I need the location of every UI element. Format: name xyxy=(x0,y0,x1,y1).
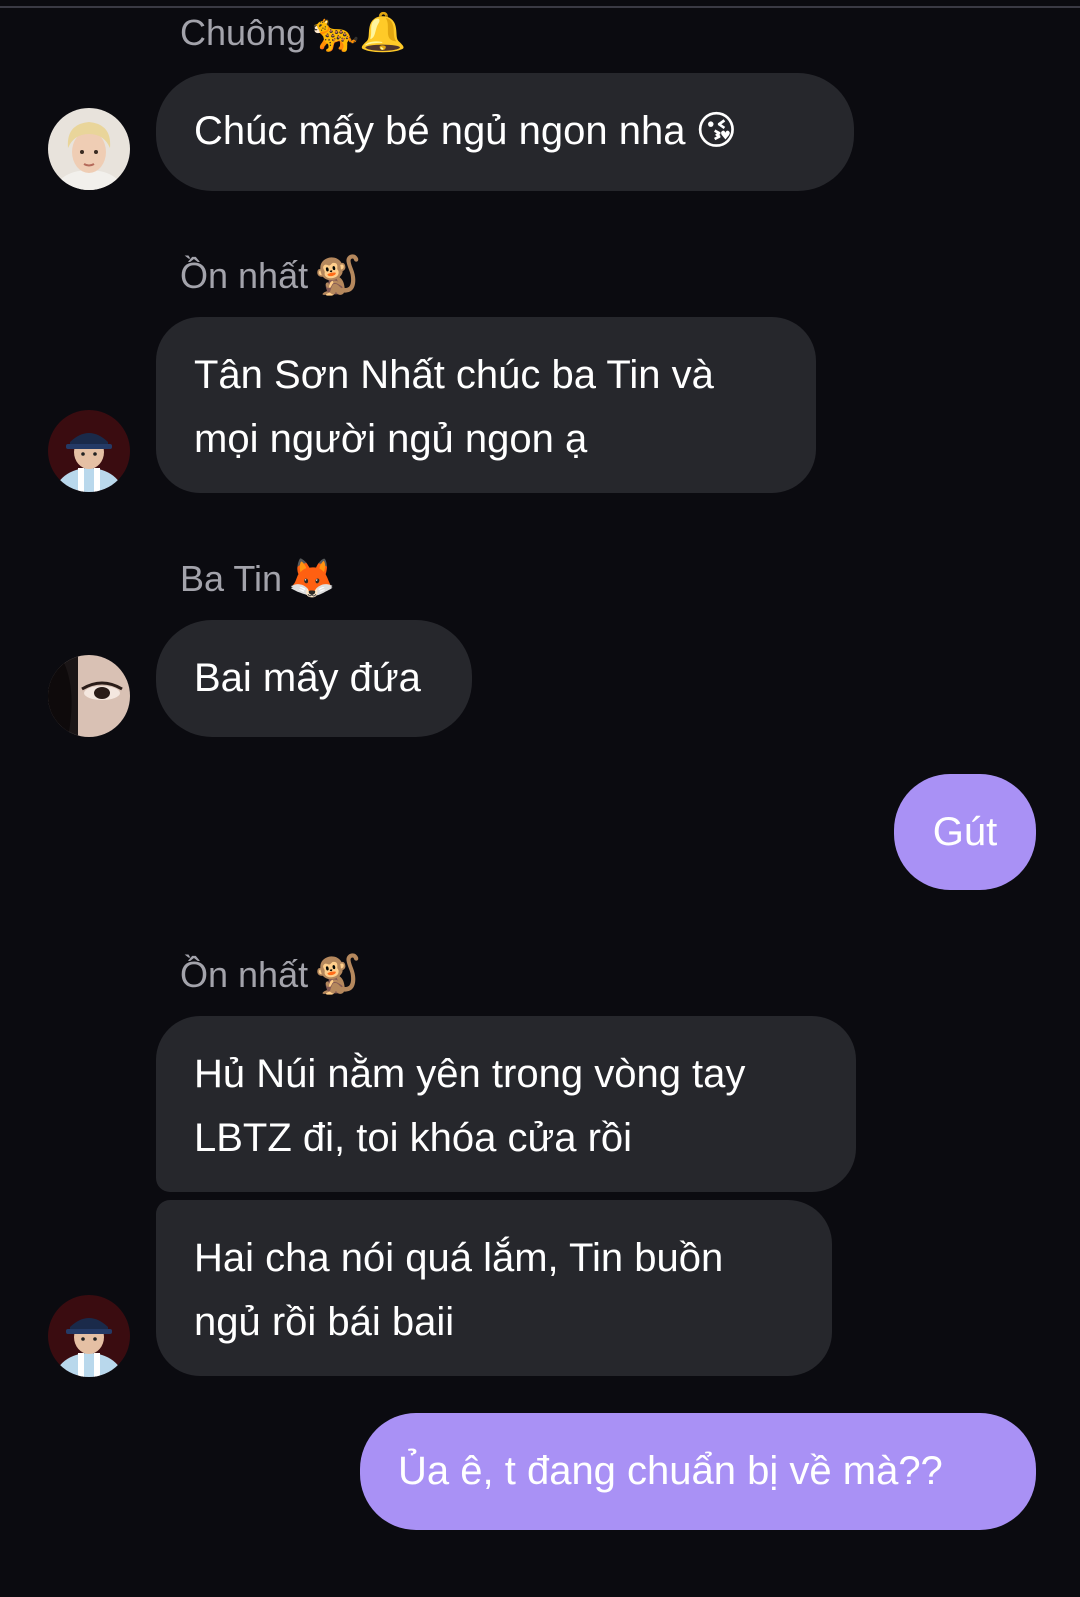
message-line: LBTZ đi, toi khóa cửa rồi xyxy=(194,1116,633,1160)
message-bubble[interactable]: Hai cha nói quá lắm, Tin buồn ngủ rồi bá… xyxy=(156,1200,832,1376)
top-divider xyxy=(0,6,1080,8)
message-line: Tân Sơn Nhất chúc ba Tin và xyxy=(194,353,714,397)
avatar[interactable] xyxy=(48,410,130,492)
my-message-bubble[interactable]: Ủa ê, t đang chuẩn bị về mà?? xyxy=(360,1413,1036,1530)
sender-emoji: 🐒 xyxy=(314,253,362,297)
message-bubble[interactable]: Tân Sơn Nhất chúc ba Tin và mọi người ng… xyxy=(156,317,816,493)
message-line: Hai cha nói quá lắm, Tin buồn xyxy=(194,1236,724,1280)
message-bubble[interactable]: Hủ Núi nằm yên trong vòng tay LBTZ đi, t… xyxy=(156,1016,856,1192)
message-line: ngủ rồi bái baii xyxy=(194,1300,455,1344)
message-text: Bai mấy đứa xyxy=(194,656,421,700)
avatar[interactable] xyxy=(48,108,130,190)
sender-emoji: 🦊 xyxy=(288,556,336,600)
message-line: Hủ Núi nằm yên trong vòng tay xyxy=(194,1052,746,1096)
cap-boy-avatar xyxy=(48,1295,130,1377)
sender-name: Chuông 🐆🔔 xyxy=(180,10,407,55)
sender-name-text: Ồn nhất xyxy=(180,954,309,995)
avatar[interactable] xyxy=(48,1295,130,1377)
sender-name-text: Chuông xyxy=(180,12,307,53)
message-bubble[interactable]: Chúc mấy bé ngủ ngon nha 😘 xyxy=(156,73,854,191)
sender-emoji: 🐒 xyxy=(314,952,362,996)
message-line: mọi người ngủ ngon ạ xyxy=(194,417,588,461)
eye-closeup-avatar xyxy=(48,655,130,737)
my-message-bubble[interactable]: Gút xyxy=(894,774,1036,890)
sender-name: Ba Tin 🦊 xyxy=(180,556,335,601)
cap-boy-avatar xyxy=(48,410,130,492)
message-text: Ủa ê, t đang chuẩn bị về mà?? xyxy=(398,1449,943,1493)
sender-name-text: Ồn nhất xyxy=(180,255,309,296)
avatar[interactable] xyxy=(48,655,130,737)
sender-name: Ồn nhất 🐒 xyxy=(180,952,361,997)
kiss-emoji-icon: 😘 xyxy=(695,108,738,154)
sender-name-text: Ba Tin xyxy=(180,558,283,599)
message-bubble[interactable]: Bai mấy đứa xyxy=(156,620,472,737)
sender-emoji: 🐆🔔 xyxy=(312,10,407,54)
message-text: Chúc mấy bé ngủ ngon nha xyxy=(194,109,686,153)
sender-name: Ồn nhất 🐒 xyxy=(180,253,361,298)
message-text: Gút xyxy=(932,810,998,854)
blonde-boy-avatar xyxy=(48,108,130,190)
